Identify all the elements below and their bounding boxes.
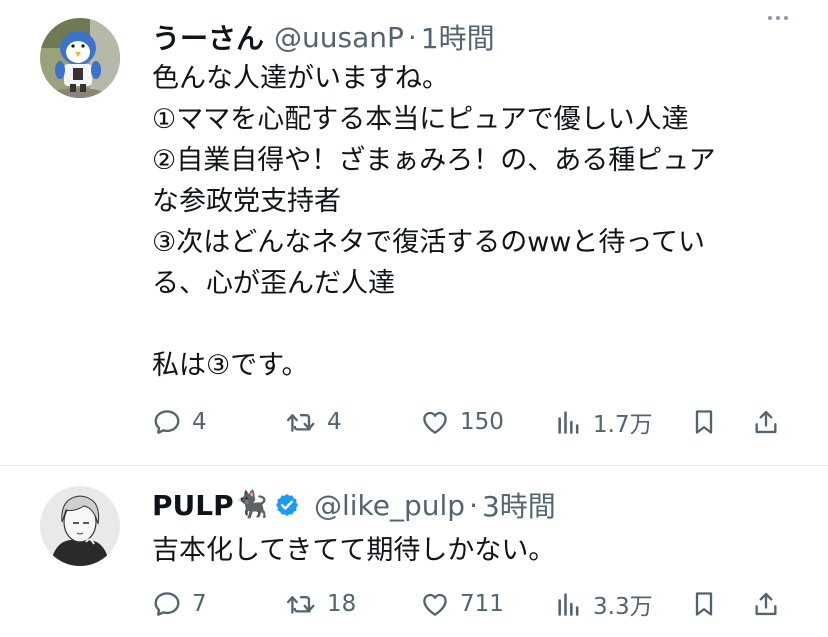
tweet-text-line: な参政党支持者 [152, 186, 341, 217]
bookmark-button[interactable] [690, 407, 718, 437]
action-bar: 4 4 150 1.7万 [152, 402, 788, 442]
timestamp[interactable]: 1時間 [421, 17, 495, 57]
more-options-button[interactable] [768, 8, 788, 28]
bookmark-button[interactable] [690, 589, 718, 619]
tweet-text: 色んな人達がいますね。 ①ママを心配する本当にピュアで優しい人達 ②自業自得や！… [152, 58, 788, 386]
separator: · [469, 488, 478, 522]
black-cat-emoji: 🐈‍⬛ [235, 490, 268, 520]
retweet-button[interactable]: 18 [285, 589, 356, 619]
tweet-text-line: 私は③です。 [152, 350, 309, 381]
reply-button[interactable]: 7 [152, 589, 207, 619]
reply-icon [154, 410, 180, 434]
tweet[interactable]: うーさん @uusanP · 1時間 色んな人達がいますね。 ①ママを心配する本… [0, 0, 828, 466]
more-dots-icon [768, 16, 772, 20]
action-bar: 7 18 711 3.3万 [152, 584, 788, 624]
like-count: 150 [460, 409, 504, 435]
bar-chart-icon [558, 593, 579, 616]
reply-icon [154, 592, 180, 616]
display-name[interactable]: PULP [152, 489, 234, 522]
like-count: 711 [460, 591, 504, 617]
timestamp[interactable]: 3時間 [482, 485, 556, 525]
tweet-header: PULP 🐈‍⬛ @like_pulp · 3時間 [152, 485, 788, 525]
reply-count: 7 [192, 591, 207, 617]
bookmark-icon [695, 410, 713, 434]
retweet-count: 4 [327, 409, 342, 435]
share-button[interactable] [752, 589, 780, 619]
retweet-icon [286, 596, 315, 614]
heart-icon [423, 411, 447, 434]
retweet-button[interactable]: 4 [285, 407, 342, 437]
views-button[interactable]: 1.7万 [555, 405, 653, 439]
like-button[interactable]: 711 [420, 589, 504, 619]
heart-icon [423, 593, 447, 616]
tweet-text-line: る、心が歪んだ人達 [152, 268, 395, 299]
bookmark-icon [695, 592, 713, 616]
like-button[interactable]: 150 [420, 407, 504, 437]
user-handle[interactable]: @uusanP [274, 21, 404, 54]
tweet-text-line: ①ママを心配する本当にピュアで優しい人達 [152, 104, 689, 135]
anime-portrait-avatar-icon [40, 486, 120, 566]
display-name[interactable]: うーさん [152, 17, 264, 57]
tweet-text: 吉本化してきてて期待しかない。 [152, 530, 788, 571]
avatar[interactable] [40, 486, 120, 566]
tweet-text-line: 色んな人達がいますね。 [152, 63, 449, 94]
tweet-text-line: 吉本化してきてて期待しかない。 [152, 535, 556, 566]
retweet-icon [286, 414, 315, 432]
avatar[interactable] [40, 18, 120, 98]
reply-count: 4 [192, 409, 207, 435]
share-button[interactable] [752, 407, 780, 437]
verified-badge-icon [274, 492, 300, 518]
reply-button[interactable]: 4 [152, 407, 207, 437]
share-icon [755, 410, 777, 434]
user-handle[interactable]: @like_pulp [314, 489, 465, 522]
tweet-header: うーさん @uusanP · 1時間 [152, 17, 788, 57]
view-count: 1.7万 [593, 412, 653, 438]
view-count: 3.3万 [593, 594, 653, 620]
tweet-text-line [152, 304, 788, 345]
penguin-mascot-avatar-icon [40, 18, 120, 98]
retweet-count: 18 [327, 591, 357, 617]
share-icon [755, 592, 777, 616]
views-button[interactable]: 3.3万 [555, 587, 653, 621]
tweet-text-line: ②自業自得や！ざまぁみろ！の、ある種ピュア [152, 145, 716, 176]
bar-chart-icon [558, 411, 579, 434]
separator: · [407, 20, 417, 54]
tweet-text-line: ③次はどんなネタで復活するのwwと待ってい [152, 227, 706, 258]
